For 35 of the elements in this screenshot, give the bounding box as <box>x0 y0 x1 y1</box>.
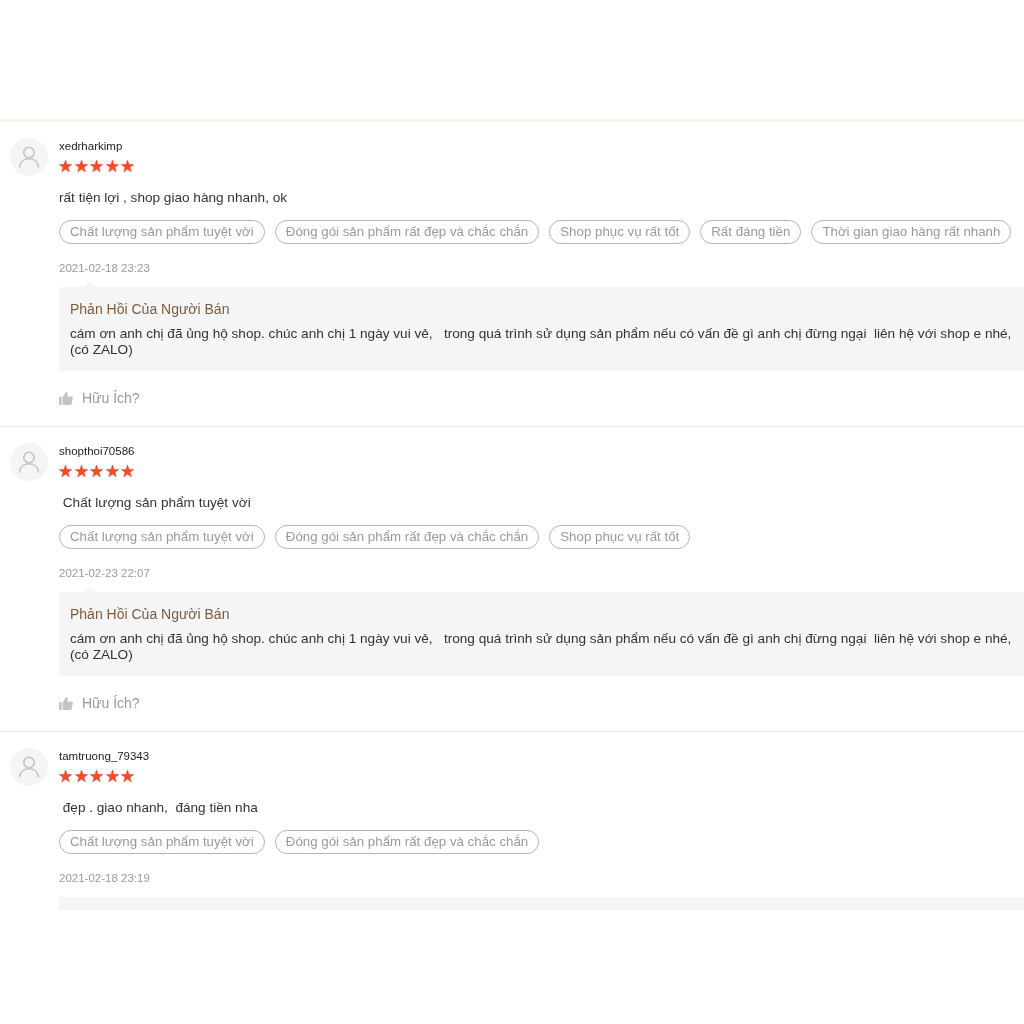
reply-title: Phản Hồi Của Người Bán <box>70 301 231 317</box>
helpful-button[interactable]: Hữu Ích? <box>59 695 140 711</box>
username: tamtruong_79343 <box>59 749 151 763</box>
review-comment: đẹp . giao nhanh, đáng tiền nha <box>61 799 259 817</box>
thumbs-up-icon <box>59 391 73 405</box>
avatar-icon <box>10 748 48 786</box>
reply-title: Phản Hồi Của Người Bán <box>70 606 231 622</box>
username: shopthoi70586 <box>59 444 136 458</box>
star-icon <box>59 465 72 477</box>
thumbs-up-icon <box>59 696 73 710</box>
review-date: 2021-02-18 23:19 <box>59 871 151 885</box>
star-icon <box>74 770 88 782</box>
star-icon <box>90 770 104 782</box>
star-icon <box>90 160 104 172</box>
username: xedrharkimp <box>59 139 124 153</box>
avatar-icon <box>10 138 48 176</box>
review-comment: rất tiện lợi , shop giao hàng nhanh, ok <box>59 189 289 207</box>
star-icon <box>105 770 119 782</box>
star-icon <box>59 770 72 782</box>
reply-text: cám ơn anh chị đã ủng hộ shop. chúc anh chị 1 ngày vui vẻ, trong quá trình sử dụng sản phẩm nếu có vấn đề gì anh chị đừng ngại liên hệ với shop e nhé, (có ZALO) <box>70 326 1013 358</box>
reply-text: cám ơn anh chị đã ủng hộ shop. chúc anh chị 1 ngày vui vẻ, trong quá trình sử dụng sản phẩm nếu có vấn đề gì anh chị đừng ngại liên hệ với shop e nhé, (có ZALO) <box>70 631 1013 663</box>
star-icon <box>121 465 135 477</box>
star-icon <box>74 160 88 172</box>
review-comment: Chất lượng sản phẩm tuyệt vời <box>61 494 252 512</box>
star-icon <box>105 465 119 477</box>
star-icon <box>59 160 72 172</box>
helpful-button[interactable]: Hữu Ích? <box>59 390 140 406</box>
review-date: 2021-02-23 22:07 <box>59 566 151 580</box>
star-icon <box>121 770 135 782</box>
avatar-icon <box>10 443 48 481</box>
star-icon <box>121 160 135 172</box>
star-icon <box>74 465 88 477</box>
star-icon <box>90 465 104 477</box>
review-date: 2021-02-18 23:23 <box>59 261 151 275</box>
star-icon <box>105 160 119 172</box>
